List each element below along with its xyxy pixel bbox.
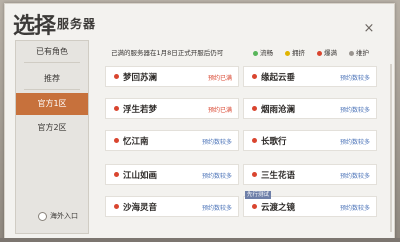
divider	[24, 62, 80, 63]
legend-maintenance: 维护	[349, 47, 369, 57]
status-dot-icon	[114, 138, 119, 143]
legend-label: 维护	[356, 49, 369, 57]
bottom-strip	[0, 238, 400, 242]
status-dot-icon	[252, 74, 257, 79]
reservation-status: 预约数较多	[339, 173, 370, 180]
sidebar-item-label: 推荐	[44, 74, 60, 83]
server-name: 烟雨沧澜	[261, 105, 296, 115]
server-card[interactable]: 梦回苏澜 预约已满	[105, 66, 239, 87]
scrollbar[interactable]	[390, 64, 392, 232]
reservation-status: 预约数较多	[339, 205, 370, 212]
title-sub: 服务器	[57, 17, 97, 31]
radio-icon[interactable]	[38, 211, 47, 221]
reservation-status: 预约数较多	[339, 139, 370, 146]
server-name: 浮生若梦	[123, 105, 158, 115]
status-dot-icon	[114, 106, 119, 111]
sidebar-item-official-1[interactable]: 官方1区	[16, 93, 88, 115]
server-name: 云渡之镜	[261, 203, 296, 213]
server-name: 江山如画	[123, 171, 158, 181]
legend-label: 流畅	[260, 49, 273, 57]
server-name: 沙海灵音	[123, 203, 158, 213]
reservation-status: 预约数较多	[339, 107, 370, 114]
server-name: 长歌行	[261, 137, 287, 147]
server-card[interactable]: 浮生若梦 预约已满	[105, 98, 239, 119]
sidebar: 已有角色 推荐 官方1区 官方2区 海外入口	[15, 40, 89, 234]
status-dot-icon	[252, 138, 257, 143]
server-card[interactable]: 长歌行 预约数较多	[243, 130, 377, 151]
status-dot-icon	[114, 204, 119, 209]
legend-crowded: 拥挤	[285, 47, 305, 57]
reservation-status: 预约数较多	[201, 173, 232, 180]
status-dot-icon	[253, 50, 258, 56]
overseas-label: 海外入口	[50, 212, 78, 220]
status-dot-icon	[114, 172, 119, 177]
server-card[interactable]: 烟雨沧澜 预约数较多	[243, 98, 377, 119]
title-main: 选择	[13, 13, 56, 39]
status-dot-icon	[349, 50, 354, 56]
reservation-status: 预约数较多	[339, 75, 370, 82]
sidebar-item-label: 官方1区	[37, 99, 67, 108]
status-dot-icon	[252, 106, 257, 111]
server-card[interactable]: 先行测试 云渡之镜 预约数较多	[243, 191, 377, 217]
legend-label: 拥挤	[292, 49, 305, 57]
server-card[interactable]: 沙海灵音 预约数较多	[105, 196, 239, 217]
status-dot-icon	[285, 50, 290, 56]
legend-label: 爆满	[324, 49, 337, 57]
server-name: 三生花语	[261, 171, 296, 181]
reservation-status: 预约数较多	[201, 205, 232, 212]
server-name: 缘起云垂	[261, 73, 296, 83]
overseas-entry[interactable]: 海外入口	[16, 211, 88, 221]
status-dot-icon	[114, 74, 119, 79]
legend-smooth: 流畅	[253, 47, 273, 57]
sidebar-item-label: 已有角色	[36, 47, 68, 56]
server-select-dialog: 选择 服务器 × 已有角色 推荐 官方1区 官方2区 海外入口 己满的服务器在1…	[4, 3, 395, 240]
legend-full: 爆满	[317, 47, 337, 57]
server-card[interactable]: 三生花语 预约数较多	[243, 164, 377, 185]
reservation-status: 预约已满	[207, 75, 232, 82]
server-name: 梦回苏澜	[123, 73, 158, 83]
server-card[interactable]: 忆江南 预约数较多	[105, 130, 239, 151]
status-dot-icon	[317, 50, 322, 56]
sidebar-item-official-2[interactable]: 官方2区	[16, 117, 88, 139]
status-dot-icon	[252, 172, 257, 177]
server-card[interactable]: 江山如画 预约数较多	[105, 164, 239, 185]
divider	[24, 89, 80, 90]
sidebar-item-recommended[interactable]: 推荐	[16, 68, 88, 90]
status-dot-icon	[252, 204, 257, 209]
reservation-status: 预约数较多	[201, 139, 232, 146]
server-name: 忆江南	[123, 137, 149, 147]
dialog-title: 选择 服务器	[13, 8, 213, 39]
test-badge: 先行测试	[245, 191, 272, 199]
sidebar-item-my-characters[interactable]: 已有角色	[16, 41, 88, 63]
close-icon[interactable]: ×	[362, 22, 376, 36]
reservation-status: 预约已满	[207, 107, 232, 114]
server-card[interactable]: 缘起云垂 预约数较多	[243, 66, 377, 87]
notice-text: 己满的服务器在1月8日正式开服后仍可	[111, 49, 224, 57]
sidebar-item-label: 官方2区	[37, 123, 67, 132]
